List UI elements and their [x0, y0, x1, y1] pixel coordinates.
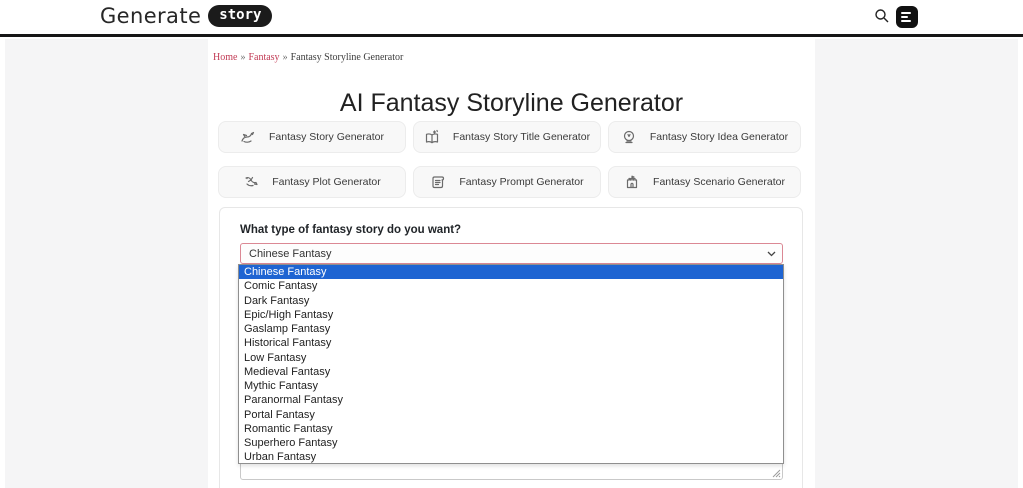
header: Generate story [0, 0, 1023, 37]
generator-button-label: Fantasy Story Generator [269, 131, 384, 143]
fantasy-story-title-generator-button[interactable]: Fantasy Story Title Generator [413, 121, 601, 153]
castle-icon [626, 175, 638, 189]
breadcrumb-separator: » [282, 52, 288, 63]
select-option[interactable]: Epic/High Fantasy [239, 308, 783, 322]
select-option[interactable]: Paranormal Fantasy [239, 393, 783, 407]
select-option[interactable]: Medieval Fantasy [239, 365, 783, 379]
generator-button-label: Fantasy Plot Generator [272, 176, 381, 188]
page: Generate story Home» Fantasy» Fantasy Stor… [0, 0, 1023, 488]
breadcrumb: Home» Fantasy» Fantasy Storyline Generator [213, 52, 403, 63]
fantasy-story-idea-generator-button[interactable]: Fantasy Story Idea Generator [608, 121, 801, 153]
select-option[interactable]: Low Fantasy [239, 351, 783, 365]
story-type-select[interactable]: Chinese Fantasy [240, 243, 783, 264]
left-ad-panel [5, 39, 208, 488]
dragon-icon [241, 131, 255, 143]
select-option[interactable]: Superhero Fantasy [239, 436, 783, 450]
dragon-head-icon [245, 176, 258, 187]
right-ad-panel [815, 39, 1018, 488]
crystal-ball-icon [623, 130, 634, 144]
fantasy-scenario-generator-button[interactable]: Fantasy Scenario Generator [608, 166, 801, 198]
search-icon[interactable] [874, 8, 890, 24]
fantasy-plot-generator-button[interactable]: Fantasy Plot Generator [218, 166, 406, 198]
breadcrumb-home-link[interactable]: Home [213, 52, 237, 63]
generator-button-label: Fantasy Scenario Generator [653, 176, 785, 188]
breadcrumb-current: Fantasy Storyline Generator [290, 52, 404, 63]
select-option[interactable]: Mythic Fantasy [239, 379, 783, 393]
breadcrumb-fantasy-link[interactable]: Fantasy [248, 52, 279, 63]
story-type-select-value: Chinese Fantasy [249, 247, 332, 260]
site-logo[interactable]: Generate story [100, 4, 273, 28]
page-title: AI Fantasy Storyline Generator [339, 88, 684, 117]
select-option[interactable]: Portal Fantasy [239, 408, 783, 422]
logo-text: Generate [100, 4, 202, 28]
menu-icon[interactable] [896, 6, 918, 28]
generator-button-label: Fantasy Story Idea Generator [649, 131, 789, 143]
story-type-question-label: What type of fantasy story do you want? [240, 224, 462, 236]
fantasy-prompt-generator-button[interactable]: Fantasy Prompt Generator [413, 166, 601, 198]
select-option[interactable]: Historical Fantasy [239, 336, 783, 350]
generator-button-label: Fantasy Story Title Generator [452, 131, 591, 143]
logo-badge: story [208, 5, 273, 27]
select-option[interactable]: Romantic Fantasy [239, 422, 783, 436]
resize-grip[interactable] [771, 468, 781, 478]
magic-book-icon [425, 129, 439, 144]
select-option[interactable]: Gaslamp Fantasy [239, 322, 783, 336]
chevron-down-icon [767, 251, 776, 257]
fantasy-story-generator-button[interactable]: Fantasy Story Generator [218, 121, 406, 153]
generator-button-label: Fantasy Prompt Generator [459, 176, 584, 188]
select-dropdown: Chinese Fantasy Comic Fantasy Dark Fantasy… [238, 264, 784, 464]
select-option[interactable]: Comic Fantasy [239, 279, 783, 293]
select-option[interactable]: Chinese Fantasy [239, 265, 783, 280]
scroll-icon [432, 176, 445, 189]
breadcrumb-separator: » [240, 52, 246, 63]
select-option[interactable]: Urban Fantasy [239, 450, 783, 464]
select-option[interactable]: Dark Fantasy [239, 294, 783, 308]
